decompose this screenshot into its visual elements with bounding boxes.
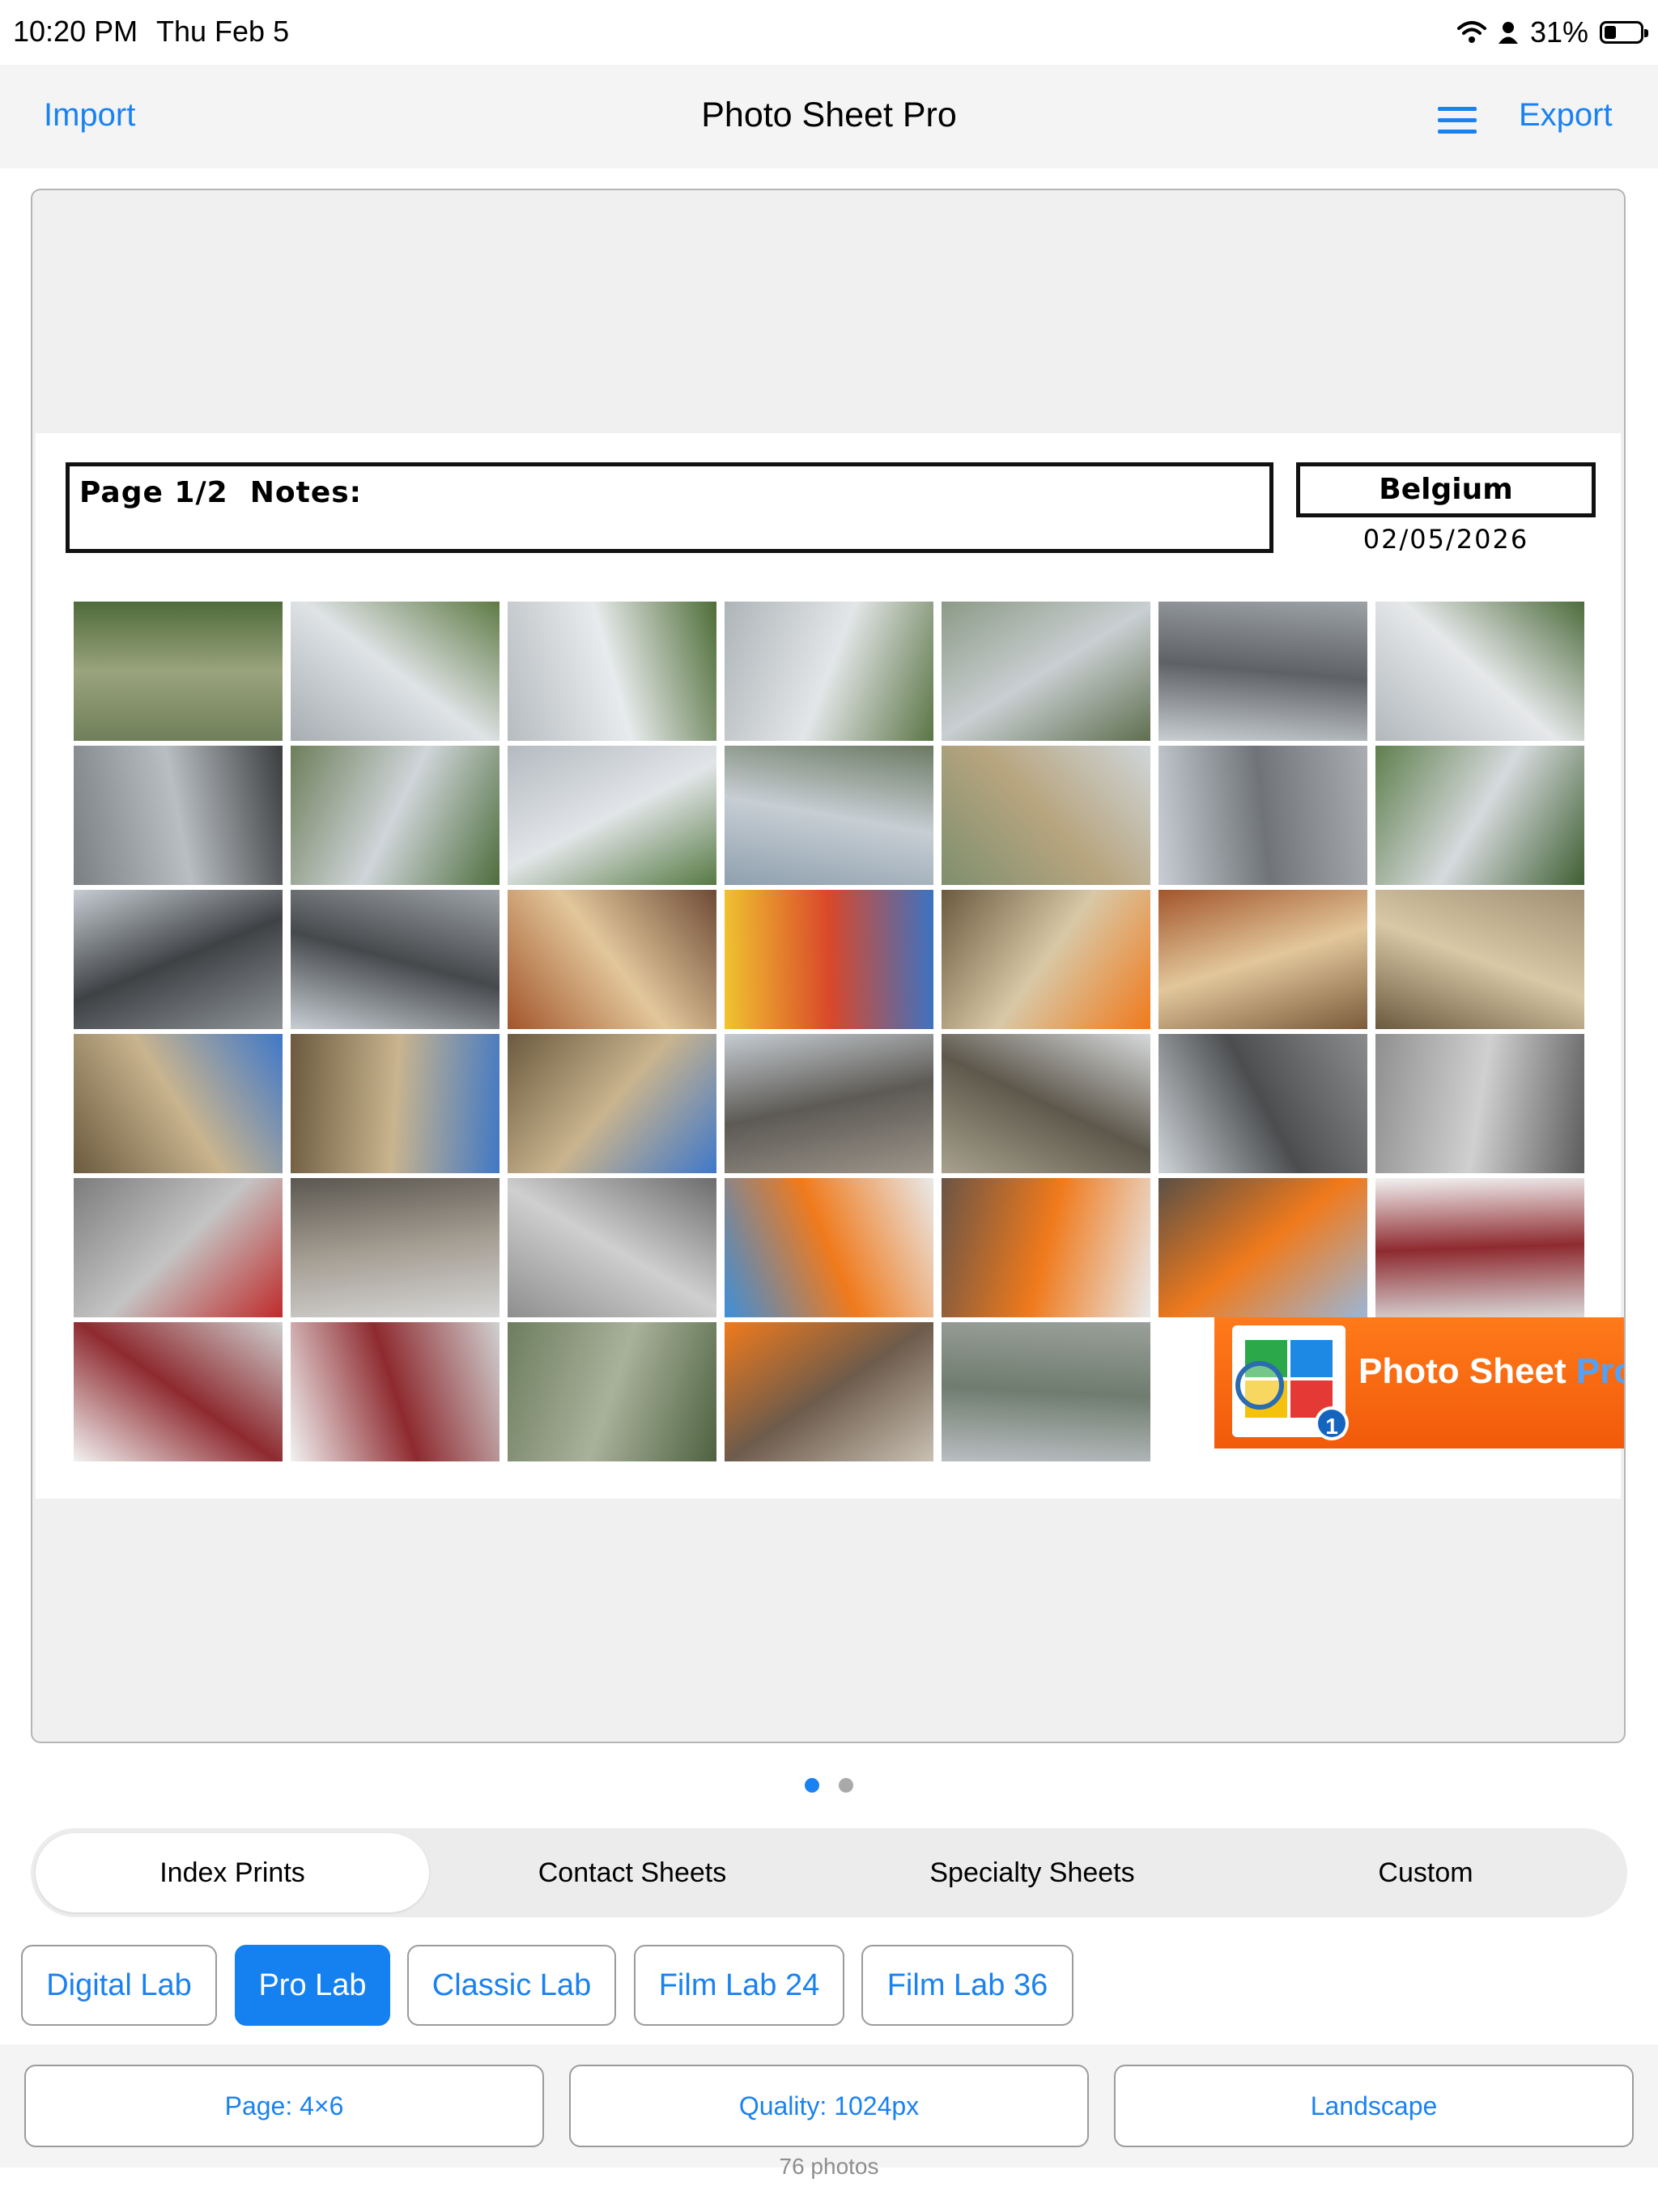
photo-thumbnail[interactable] — [940, 1176, 1152, 1319]
classic-lab-button[interactable]: Classic Lab — [407, 1945, 616, 2026]
photo-thumbnail[interactable] — [1374, 888, 1586, 1031]
photo-thumbnail[interactable] — [289, 744, 501, 887]
logo-text: Photo Sheet Pro — [1358, 1351, 1624, 1392]
photo-thumbnail[interactable] — [1157, 600, 1369, 742]
photo-sheet-logo-icon: 1 — [1232, 1325, 1349, 1440]
photo-thumbnail[interactable] — [1374, 600, 1586, 742]
status-time: 10:20 PM — [13, 15, 138, 48]
orientation-button[interactable]: Landscape — [1114, 2065, 1634, 2147]
navigation-bar: Import Photo Sheet Pro Export — [0, 65, 1658, 168]
battery-icon — [1600, 21, 1648, 44]
photo-sheet-pro-logo: 1 Photo Sheet Pro — [1214, 1317, 1624, 1448]
photo-thumbnail[interactable] — [940, 888, 1152, 1031]
photo-count: 76 photos — [779, 2154, 879, 2179]
photo-thumbnail[interactable] — [72, 1321, 284, 1463]
photo-thumbnail[interactable] — [72, 600, 284, 742]
photo-thumbnail[interactable] — [289, 888, 501, 1031]
digital-lab-button[interactable]: Digital Lab — [21, 1945, 217, 2026]
logo-text-pro: Pro — [1575, 1351, 1624, 1391]
photo-thumbnail[interactable] — [1157, 1032, 1369, 1175]
sheet-date: 02/05/2026 — [1363, 524, 1529, 555]
logo-badge: 1 — [1315, 1406, 1349, 1440]
photo-thumbnail[interactable] — [1157, 744, 1369, 887]
photo-thumbnail[interactable] — [72, 1032, 284, 1175]
photo-thumbnail[interactable] — [1374, 1032, 1586, 1175]
status-date: Thu Feb 5 — [156, 15, 290, 48]
person-icon — [1498, 22, 1518, 44]
photo-thumbnail[interactable] — [289, 1032, 501, 1175]
wifi-icon — [1456, 21, 1486, 43]
photo-thumbnail[interactable] — [506, 600, 718, 742]
sheet-type-tabs: Index Prints Contact Sheets Specialty Sh… — [31, 1828, 1627, 1917]
hamburger-menu-icon[interactable] — [1438, 107, 1477, 139]
film-lab-24-button[interactable]: Film Lab 24 — [634, 1945, 844, 2026]
logo-text-main: Photo Sheet — [1358, 1351, 1576, 1391]
photo-thumbnail[interactable] — [940, 1032, 1152, 1175]
photo-thumbnail[interactable] — [506, 1032, 718, 1175]
photo-thumbnail[interactable] — [723, 1321, 935, 1463]
tab-custom[interactable]: Custom — [1229, 1833, 1622, 1912]
photo-thumbnail[interactable] — [506, 744, 718, 887]
tab-index-prints[interactable]: Index Prints — [36, 1833, 429, 1912]
status-indicators: 31% — [1456, 13, 1648, 52]
photo-thumbnail[interactable] — [1157, 1176, 1369, 1319]
notes-box[interactable]: Page 1/2 Notes: — [66, 462, 1273, 553]
photo-thumbnail[interactable] — [1374, 1176, 1586, 1319]
photo-thumbnail[interactable] — [72, 744, 284, 887]
photo-thumbnail[interactable] — [940, 1321, 1152, 1463]
photo-thumbnail[interactable] — [289, 600, 501, 742]
photo-thumbnail[interactable] — [1374, 744, 1586, 887]
status-bar: 10:20 PM Thu Feb 5 31% — [0, 0, 1658, 65]
battery-percent: 31% — [1529, 15, 1588, 49]
pro-lab-button[interactable]: Pro Lab — [235, 1945, 390, 2026]
app-title: Photo Sheet Pro — [701, 96, 957, 134]
photo-thumbnail[interactable] — [940, 600, 1152, 742]
page-dot-1[interactable] — [805, 1778, 819, 1793]
tab-contact-sheets[interactable]: Contact Sheets — [436, 1833, 829, 1912]
film-lab-36-button[interactable]: Film Lab 36 — [861, 1945, 1073, 2026]
page-size-button[interactable]: Page: 4×6 — [24, 2065, 544, 2147]
photo-thumbnail[interactable] — [506, 888, 718, 1031]
page-dot-2[interactable] — [839, 1778, 853, 1793]
location-box[interactable]: Belgium — [1296, 462, 1596, 517]
photo-thumbnail[interactable] — [289, 1176, 501, 1319]
location-label: Belgium — [1379, 473, 1513, 506]
page-notes-label: Page 1/2 Notes: — [79, 476, 363, 509]
sheet-preview[interactable]: Page 1/2 Notes: Belgium 02/05/2026 1 Pho… — [31, 189, 1626, 1743]
quality-button[interactable]: Quality: 1024px — [569, 2065, 1089, 2147]
export-button[interactable]: Export — [1519, 97, 1613, 134]
photo-thumbnail[interactable] — [723, 888, 935, 1031]
photo-thumbnail[interactable] — [1157, 888, 1369, 1031]
photo-thumbnail[interactable] — [723, 1176, 935, 1319]
photo-thumbnail[interactable] — [506, 1176, 718, 1319]
photo-thumbnail[interactable] — [723, 744, 935, 887]
photo-thumbnail[interactable] — [723, 1032, 935, 1175]
photo-thumbnail[interactable] — [72, 1176, 284, 1319]
tab-specialty-sheets[interactable]: Specialty Sheets — [835, 1833, 1229, 1912]
photo-thumbnail[interactable] — [723, 600, 935, 742]
photo-thumbnail[interactable] — [506, 1321, 718, 1463]
photo-sheet: Page 1/2 Notes: Belgium 02/05/2026 1 Pho… — [36, 433, 1624, 1499]
photo-thumbnail[interactable] — [289, 1321, 501, 1463]
photo-thumbnail[interactable] — [940, 744, 1152, 887]
page-indicator — [0, 1778, 1658, 1797]
photo-thumbnail[interactable] — [72, 888, 284, 1031]
